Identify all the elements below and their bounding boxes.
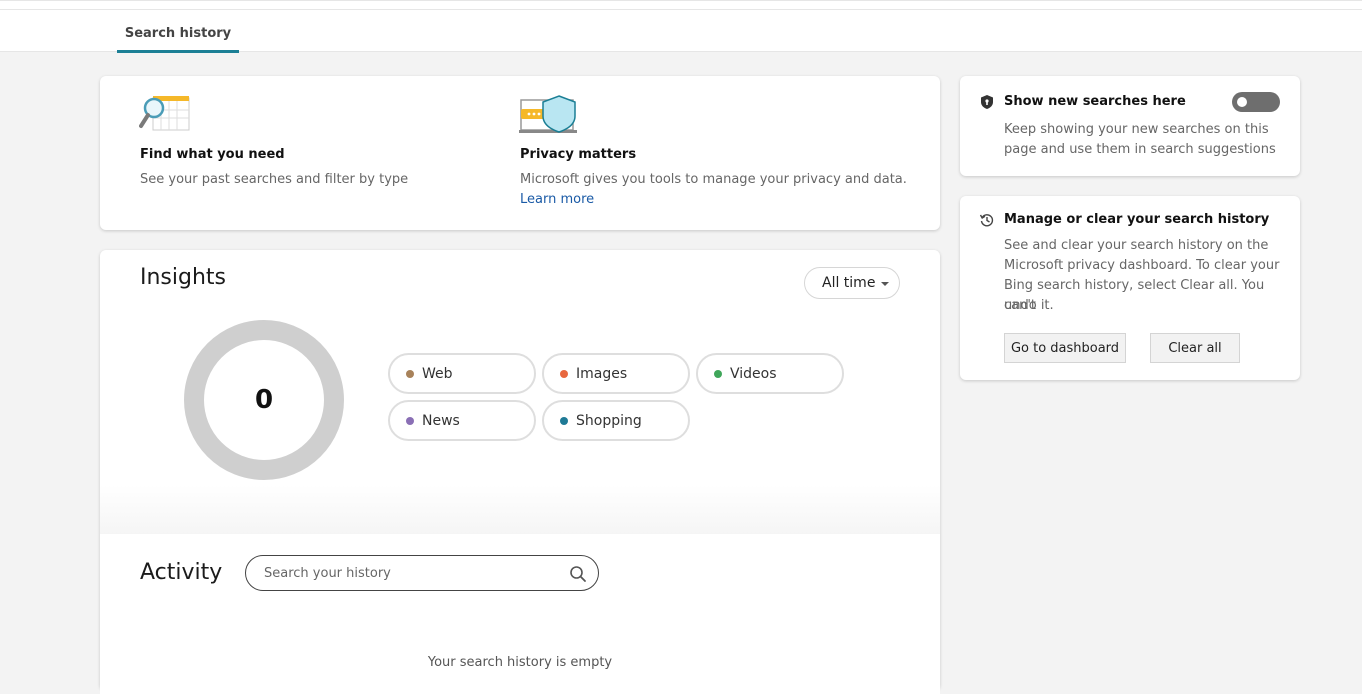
chip-label: News <box>422 412 460 429</box>
time-filter-value: All time <box>822 275 876 291</box>
privacy-desc: Microsoft gives you tools to manage your… <box>520 172 907 187</box>
show-new-title: Show new searches here <box>1004 94 1186 109</box>
manage-desc-line1: See and clear your search history on the <box>1004 238 1269 253</box>
privacy-block <box>519 94 579 140</box>
insights-card: Insights All time 0 Web Images Videos Ne… <box>100 250 940 694</box>
web-dot <box>406 369 414 378</box>
shield-icon <box>981 95 993 109</box>
history-search-input[interactable] <box>262 563 552 583</box>
chip-label: Shopping <box>576 412 642 429</box>
info-card: Find what you need See your past searche… <box>100 76 940 230</box>
chevron-down-icon <box>881 282 889 286</box>
top-divider <box>0 9 1362 10</box>
manage-history-card: Manage or clear your search history See … <box>960 196 1300 380</box>
chip-label: Web <box>422 365 453 382</box>
manage-desc-line2: Microsoft privacy dashboard. To clear yo… <box>1004 258 1280 273</box>
find-title: Find what you need <box>140 147 285 162</box>
shopping-dot <box>560 416 568 425</box>
news-dot <box>406 416 414 425</box>
go-to-dashboard-button[interactable]: Go to dashboard <box>1004 333 1126 363</box>
activity-title: Activity <box>140 560 223 585</box>
toggle-knob <box>1237 97 1247 107</box>
chip-label: Videos <box>730 365 777 382</box>
top-tab-bar: Search history <box>0 0 1362 53</box>
privacy-shield-icon <box>519 95 577 133</box>
show-new-desc-line1: Keep showing your new searches on this <box>1004 122 1269 137</box>
chip-shopping[interactable]: Shopping <box>542 400 690 441</box>
chip-label: Images <box>576 365 628 382</box>
show-new-toggle[interactable] <box>1232 92 1280 112</box>
show-new-desc-line2: page and use them in search suggestions <box>1004 142 1276 157</box>
insights-title: Insights <box>140 265 227 290</box>
chip-web[interactable]: Web <box>388 353 536 394</box>
history-search-box[interactable] <box>245 555 599 591</box>
find-block <box>139 94 191 140</box>
magnifier-calendar-icon <box>139 96 190 131</box>
images-dot <box>560 369 568 378</box>
insights-donut-chart: 0 <box>184 320 344 480</box>
history-icon <box>979 214 994 227</box>
chip-videos[interactable]: Videos <box>696 353 844 394</box>
privacy-title: Privacy matters <box>520 147 637 162</box>
donut-total: 0 <box>254 385 274 415</box>
empty-history-text: Your search history is empty <box>427 655 613 670</box>
chip-news[interactable]: News <box>388 400 536 441</box>
chip-images[interactable]: Images <box>542 353 690 394</box>
manage-desc-line4: undo it. <box>1004 298 1054 313</box>
manage-title: Manage or clear your search history <box>1004 212 1270 227</box>
show-new-searches-card: Show new searches here Keep showing your… <box>960 76 1300 176</box>
search-icon[interactable] <box>569 565 587 583</box>
section-divider <box>100 485 940 535</box>
find-desc: See your past searches and filter by typ… <box>140 172 409 187</box>
videos-dot <box>714 369 722 378</box>
clear-all-button[interactable]: Clear all <box>1150 333 1240 363</box>
time-filter-dropdown[interactable]: All time <box>804 267 900 299</box>
tab-search-history[interactable]: Search history <box>117 15 239 53</box>
learn-more-link[interactable]: Learn more <box>520 192 594 207</box>
